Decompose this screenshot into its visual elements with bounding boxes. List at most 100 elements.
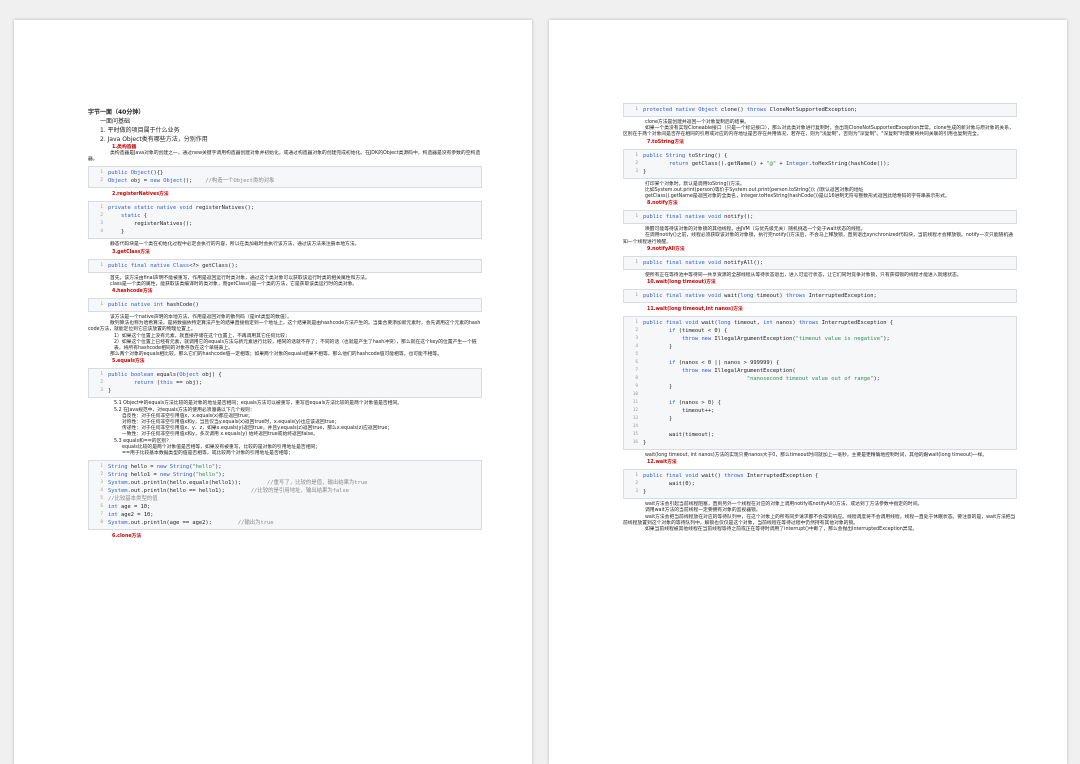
line-number: 15 bbox=[632, 432, 638, 438]
code-text: public final native void wait(long timeo… bbox=[643, 293, 877, 300]
code-line: 2 return (this == obj); bbox=[89, 379, 481, 387]
line-number: 1 bbox=[100, 302, 103, 308]
code-line: 9 } bbox=[624, 383, 1016, 391]
code-line: 2 return getClass().getName() + "@" + In… bbox=[624, 160, 1016, 168]
code-text: } bbox=[643, 384, 673, 391]
code-block: 1 public final void wait(long timeout, in… bbox=[623, 316, 1017, 451]
code-block: 1 String hello = new String("hello"); 2 Str… bbox=[88, 460, 482, 531]
line-number: 1 bbox=[635, 259, 638, 265]
subsection-heading: 3.getClass方法 bbox=[112, 249, 150, 255]
code-text: } bbox=[643, 416, 673, 423]
code-text: public final native Class<?> getClass(); bbox=[108, 262, 238, 269]
line-number: 1 bbox=[635, 152, 638, 158]
code-block: 1 public final native void notifyAll(); bbox=[623, 255, 1017, 270]
line-number: 12 bbox=[632, 408, 638, 414]
code-text: Object obj = new Object(); //构造一个Object类… bbox=[108, 178, 275, 185]
code-line: 8 "nanosecond timeout value out of range… bbox=[624, 375, 1016, 383]
line-number: 1 bbox=[635, 107, 638, 112]
line-number: 4 bbox=[100, 229, 103, 235]
line-number: 1 bbox=[635, 293, 638, 299]
code-line: 13 } bbox=[624, 415, 1016, 423]
code-block: 1 public final native void wait(long time… bbox=[623, 289, 1017, 304]
code-text: public Object(){} bbox=[108, 170, 164, 177]
subsection-heading: 2.registerNatives方法 bbox=[112, 192, 169, 198]
line-number: 13 bbox=[632, 416, 638, 422]
line-number: 7 bbox=[100, 512, 103, 518]
code-line: 4 } bbox=[89, 228, 481, 236]
code-line: 12 timeout++; bbox=[624, 407, 1016, 415]
code-text: public boolean equals(Object obj) { bbox=[108, 372, 222, 379]
line-number: 2 bbox=[635, 328, 638, 334]
code-text: String hello = new String("hello"); bbox=[108, 464, 222, 471]
code-line: 1 public Object(){} bbox=[89, 169, 481, 177]
code-text: System.out.println(age == age2); //输出为tr… bbox=[108, 520, 274, 527]
subsection-heading: 5.equals方法 bbox=[112, 359, 145, 365]
code-line: 4 } bbox=[624, 343, 1016, 351]
code-line: 1 public final native void notifyAll(); bbox=[624, 259, 1016, 267]
line-number: 5 bbox=[635, 352, 638, 358]
subsection-heading: 6.clone方法 bbox=[112, 534, 142, 540]
paragraph: 如果一个类没有实现Cloneable接口（只是一个标记接口），那么对此类对象进行… bbox=[623, 126, 1014, 138]
code-text: throw new IllegalArgumentException( bbox=[681, 368, 796, 375]
page-2-content: 1 protected native Object clone() throws … bbox=[623, 100, 1017, 533]
line-number: 3 bbox=[635, 336, 638, 342]
code-line: 2 wait(0); bbox=[624, 480, 1016, 488]
document-heading: 字节一面（40分钟） bbox=[88, 109, 145, 116]
line-number: 4 bbox=[100, 488, 103, 494]
code-line: 1 private static native void registerNati… bbox=[89, 204, 481, 212]
code-text: protected native Object clone() throws C… bbox=[643, 107, 858, 113]
code-text: throw new IllegalArgumentException("time… bbox=[681, 336, 890, 343]
code-text: } bbox=[643, 440, 647, 447]
code-line: 6 int age = 10; bbox=[89, 503, 481, 511]
line-number: 3 bbox=[635, 489, 638, 495]
code-line: 11 if (nanos > 0) { bbox=[624, 399, 1016, 407]
code-text: registerNatives(); bbox=[108, 221, 193, 228]
code-block: 1 public boolean equals(Object obj) {2 re… bbox=[88, 368, 482, 399]
line-number: 10 bbox=[632, 392, 638, 398]
code-line: 7 int age2 = 10; bbox=[89, 511, 481, 519]
code-text: } bbox=[108, 229, 125, 236]
line-number: 2 bbox=[100, 178, 103, 184]
code-line: 15 wait(timeout); bbox=[624, 431, 1016, 439]
code-block: 1 public native int hashCode() bbox=[88, 298, 482, 313]
line-number: 3 bbox=[100, 480, 103, 486]
subsection-heading: 7.toString方法 bbox=[647, 139, 684, 145]
code-block: 1 public Object(){} 2 Object obj = new Obje… bbox=[88, 166, 482, 189]
code-text: int age2 = 10; bbox=[108, 512, 154, 519]
paragraph: 在调用notify()之前，线程必须获取该对象的对象锁，执行完notify()方… bbox=[623, 233, 1013, 245]
code-text: if (nanos > 0) { bbox=[668, 400, 721, 407]
code-text: wait(0); bbox=[643, 481, 695, 488]
code-text: } bbox=[643, 489, 647, 496]
line-number: 1 bbox=[100, 262, 103, 268]
code-text: "nanosecond timeout value out of range")… bbox=[746, 376, 880, 383]
line-number: 9 bbox=[635, 384, 638, 390]
code-text: System.out.println(hello.equals(hello1))… bbox=[108, 480, 368, 487]
line-number: 8 bbox=[100, 520, 103, 526]
line-number: 6 bbox=[100, 504, 103, 510]
page-1-content: 字节一面（40分钟） 一面问基础 1. 平时做的项目属于什么业务 2. Java O… bbox=[88, 108, 482, 540]
subsection-heading: 4.hashcode方法 bbox=[112, 289, 153, 295]
code-text: public final void wait(long timeout, int… bbox=[643, 320, 893, 327]
code-block: 1 public final native void notify(); bbox=[623, 210, 1017, 225]
code-line: 5 bbox=[624, 351, 1016, 359]
line-number: 3 bbox=[100, 221, 103, 227]
code-text: wait(timeout); bbox=[643, 432, 715, 439]
code-text: } bbox=[108, 388, 112, 395]
line-number: 6 bbox=[635, 360, 638, 366]
code-line: 1 public String toString() { bbox=[624, 152, 1016, 160]
subsection-heading: 9.notifyAll方法 bbox=[647, 246, 685, 252]
code-line: 10 bbox=[624, 391, 1016, 399]
code-line: 1 protected native Object clone() throws … bbox=[624, 106, 1016, 114]
code-text: return (this == obj); bbox=[133, 380, 203, 387]
subsection-heading: 12.wait方法 bbox=[647, 460, 677, 466]
code-line: 1 public final void wait() throws Interru… bbox=[624, 472, 1016, 480]
line-number: 1 bbox=[635, 214, 638, 220]
paragraph: 类构造器是Java对象的创建之一，通过new关键字调用构造器创建对象并初始化，或… bbox=[88, 151, 481, 163]
code-line: 1 public final native void wait(long time… bbox=[624, 292, 1016, 300]
code-line: 2 if (timeout < 0) { bbox=[624, 327, 1016, 335]
code-line: 4 System.out.println(hello == hello1); //… bbox=[89, 487, 481, 495]
code-text: public final native void notify(); bbox=[643, 214, 754, 221]
code-line: 3} bbox=[89, 387, 481, 395]
paragraph: 那么两个对象的equals相比较，那么它们的hashcode值一定相等；如果两个… bbox=[110, 352, 443, 358]
code-line: 3} bbox=[624, 168, 1016, 176]
